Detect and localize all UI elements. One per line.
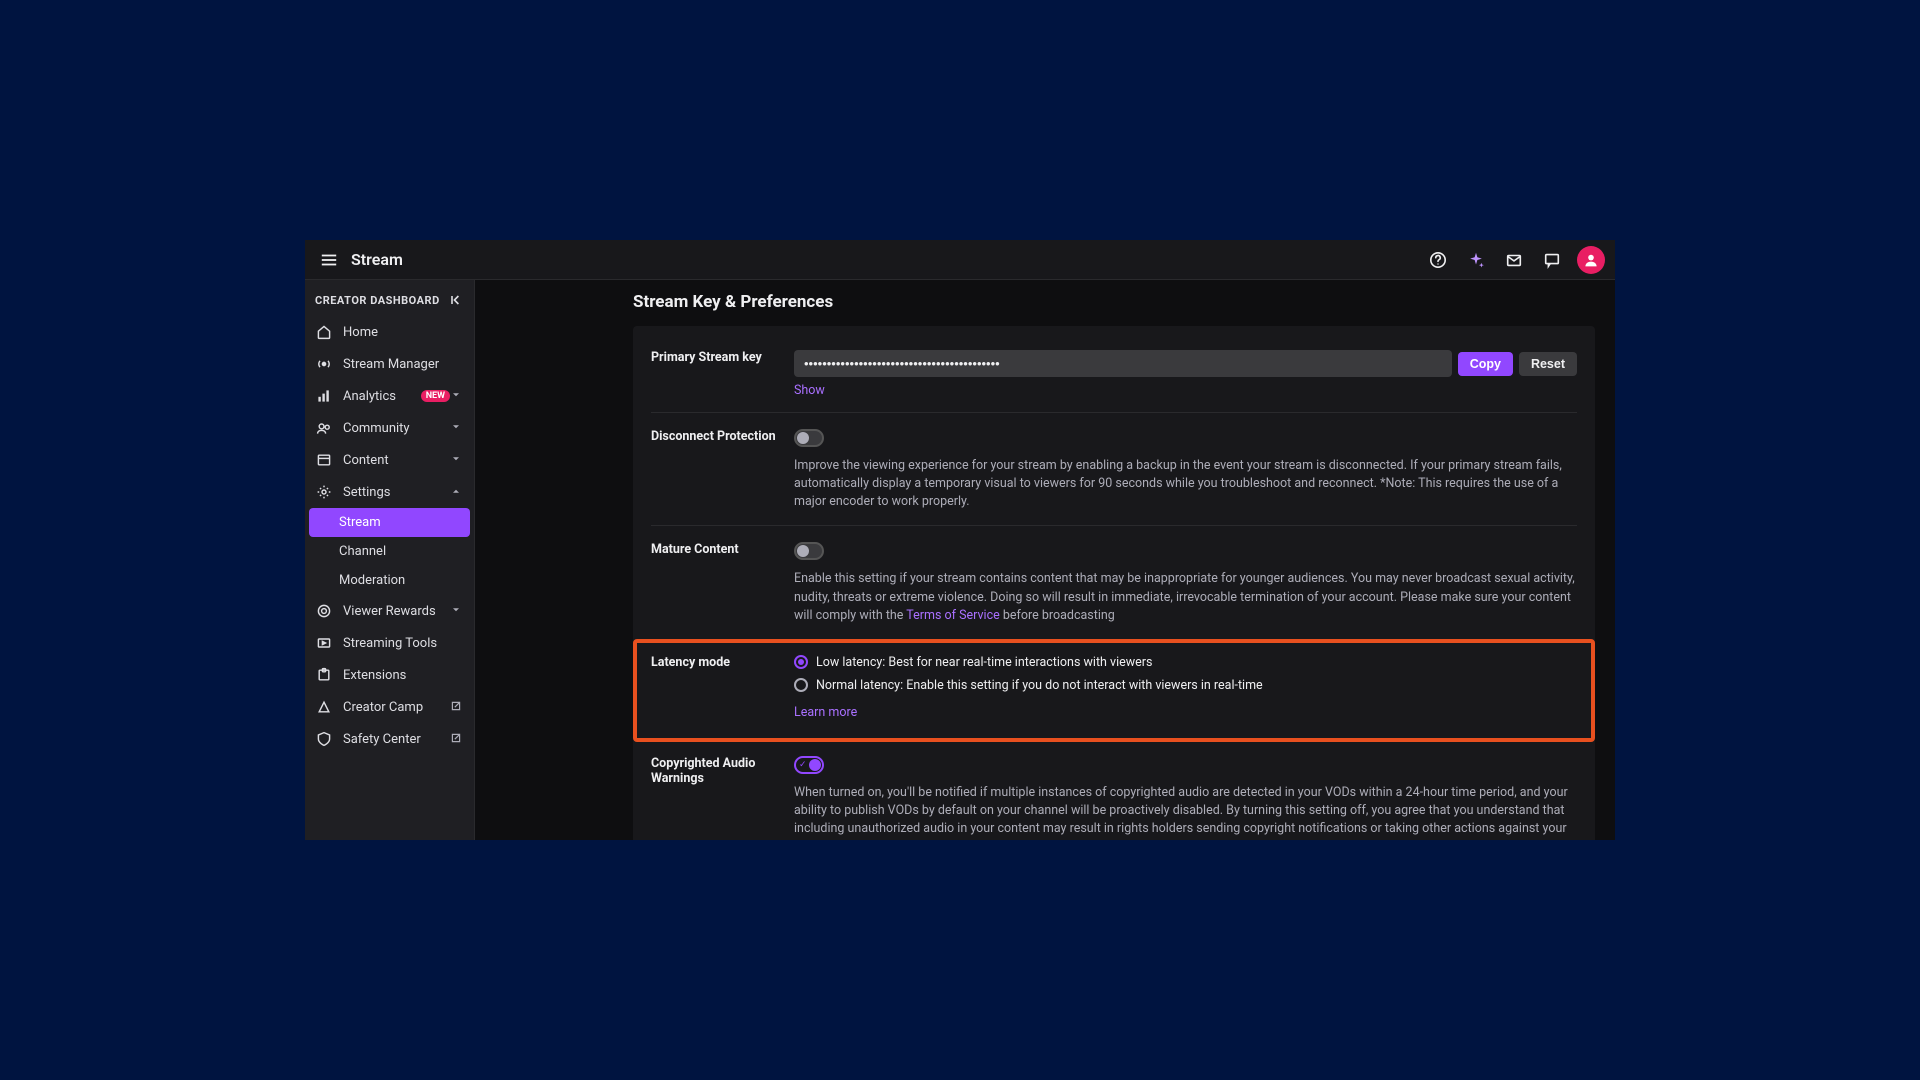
sidebar-item-content[interactable]: Content [305,444,474,476]
copy-button[interactable]: Copy [1458,352,1513,376]
chat-icon[interactable] [1539,247,1565,273]
sidebar: CREATOR DASHBOARD Home Stream Manager An… [305,280,475,840]
sidebar-sub-stream[interactable]: Stream [309,508,470,537]
setting-label: Copyrighted Audio Warnings [651,756,794,840]
sidebar-sub-moderation[interactable]: Moderation [305,566,474,595]
settings-panel: Primary Stream key Copy Reset Show Disco… [633,326,1595,840]
disconnect-toggle[interactable] [794,429,824,447]
main-content: Stream Key & Preferences Primary Stream … [475,280,1615,840]
main-heading: Stream Key & Preferences [633,292,1595,312]
help-icon[interactable] [1425,247,1451,273]
inbox-icon[interactable] [1501,247,1527,273]
setting-label: Mature Content [651,542,794,624]
chevron-down-icon [450,421,464,435]
sidebar-item-home[interactable]: Home [305,316,474,348]
chevron-up-icon [450,485,464,499]
sparkle-icon[interactable] [1463,247,1489,273]
sidebar-item-label: Safety Center [343,732,450,747]
setting-mature-content: Mature Content Enable this setting if yo… [651,525,1577,634]
gear-icon [315,483,333,501]
chevron-down-icon [450,389,464,403]
sidebar-item-streaming-tools[interactable]: Streaming Tools [305,627,474,659]
sidebar-item-label: Stream Manager [343,357,464,372]
setting-description: Improve the viewing experience for your … [794,457,1577,511]
stream-key-input[interactable] [794,350,1452,377]
tos-link[interactable]: Terms of Service [906,608,999,623]
sub-item-label: Stream [339,515,381,530]
setting-description: When turned on, you'll be notified if mu… [794,784,1577,840]
content-icon [315,451,333,469]
radio-label: Normal latency: Enable this setting if y… [816,678,1263,693]
sub-item-label: Moderation [339,573,405,588]
sidebar-item-extensions[interactable]: Extensions [305,659,474,691]
avatar[interactable] [1577,246,1605,274]
setting-stream-key: Primary Stream key Copy Reset Show [651,340,1577,408]
sidebar-item-label: Home [343,325,464,340]
broadcast-icon [315,355,333,373]
new-badge: NEW [421,390,450,402]
radio-label: Low latency: Best for near real-time int… [816,655,1152,670]
highlight-box: Latency mode Low latency: Best for near … [633,639,1595,742]
sidebar-item-label: Community [343,421,450,436]
sidebar-item-label: Creator Camp [343,700,450,715]
shield-icon [315,730,333,748]
analytics-icon [315,387,333,405]
hamburger-icon[interactable] [315,246,343,274]
sidebar-sub-channel[interactable]: Channel [305,537,474,566]
sidebar-item-stream-manager[interactable]: Stream Manager [305,348,474,380]
copyright-toggle[interactable]: ✓ [794,756,824,774]
setting-copyright-warnings: Copyrighted Audio Warnings ✓ When turned… [651,746,1577,840]
sidebar-item-community[interactable]: Community [305,412,474,444]
sidebar-item-settings[interactable]: Settings [305,476,474,508]
page-title: Stream [351,250,403,269]
reset-button[interactable]: Reset [1519,352,1577,376]
setting-disconnect-protection: Disconnect Protection Improve the viewin… [651,412,1577,521]
radio-low-latency[interactable]: Low latency: Best for near real-time int… [794,655,1577,670]
radio-normal-latency[interactable]: Normal latency: Enable this setting if y… [794,678,1577,693]
rewards-icon [315,602,333,620]
show-link[interactable]: Show [794,383,825,398]
sidebar-item-viewer-rewards[interactable]: Viewer Rewards [305,595,474,627]
learn-more-link[interactable]: Learn more [794,705,857,720]
topbar: Stream [305,240,1615,280]
setting-latency-mode: Latency mode Low latency: Best for near … [651,655,1577,730]
chevron-down-icon [450,604,464,618]
setting-label: Latency mode [651,655,794,720]
app-window: Stream CREATOR DASHBOARD [305,240,1615,840]
sidebar-item-analytics[interactable]: Analytics NEW [305,380,474,412]
topbar-actions [1425,246,1605,274]
sidebar-item-label: Analytics [343,389,417,404]
setting-label: Disconnect Protection [651,429,794,511]
sidebar-header: CREATOR DASHBOARD [305,286,474,316]
sidebar-item-safety-center[interactable]: Safety Center [305,723,474,755]
sidebar-item-label: Extensions [343,668,464,683]
camp-icon [315,698,333,716]
sidebar-item-label: Settings [343,485,450,500]
sidebar-title: CREATOR DASHBOARD [315,294,440,307]
radio-icon [794,678,808,692]
sub-item-label: Channel [339,544,386,559]
setting-description: Enable this setting if your stream conta… [794,570,1577,624]
mature-toggle[interactable] [794,542,824,560]
home-icon [315,323,333,341]
extensions-icon [315,666,333,684]
external-link-icon [450,732,464,746]
sidebar-item-creator-camp[interactable]: Creator Camp [305,691,474,723]
sidebar-item-label: Viewer Rewards [343,604,450,619]
chevron-down-icon [450,453,464,467]
radio-icon [794,655,808,669]
sidebar-item-label: Content [343,453,450,468]
tools-icon [315,634,333,652]
community-icon [315,419,333,437]
sidebar-item-label: Streaming Tools [343,636,464,651]
external-link-icon [450,700,464,714]
setting-label: Primary Stream key [651,350,794,398]
help-article-link[interactable]: in this Help Article [910,839,1011,840]
collapse-icon[interactable] [448,292,464,308]
